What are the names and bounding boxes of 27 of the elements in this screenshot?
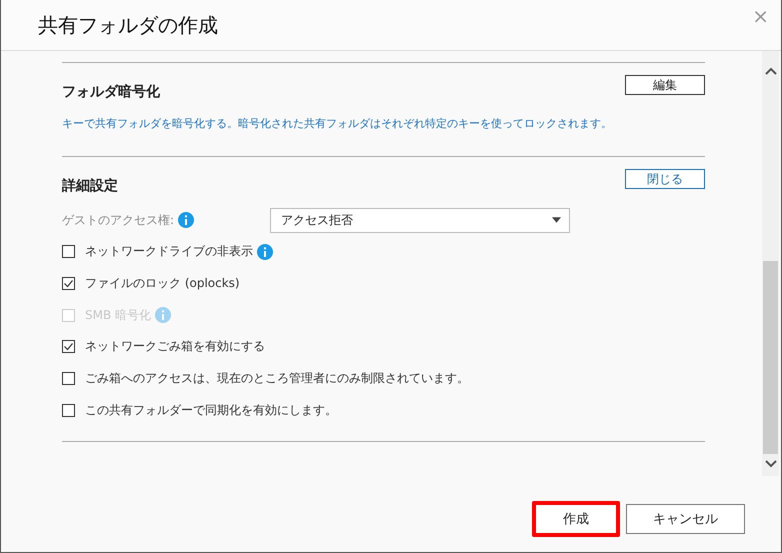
section-title: フォルダ暗号化 bbox=[62, 83, 160, 101]
checkbox[interactable] bbox=[62, 404, 75, 417]
window-title: 共有フォルダの作成 bbox=[38, 12, 218, 38]
section-title: 詳細設定 bbox=[62, 177, 118, 195]
scroll-up-icon[interactable] bbox=[764, 67, 776, 75]
checkbox[interactable] bbox=[62, 340, 75, 354]
caret-icon bbox=[552, 217, 562, 223]
close-section-button[interactable]: 閉じる bbox=[625, 169, 705, 189]
info-icon[interactable] bbox=[178, 212, 194, 228]
scrollbar-thumb[interactable] bbox=[763, 261, 778, 454]
checkbox[interactable] bbox=[62, 245, 75, 258]
cancel-button[interactable]: キャンセル bbox=[626, 504, 745, 534]
option-label: ファイルのロック (oplocks) bbox=[85, 275, 240, 292]
description-text: キーで共有フォルダを暗号化する。暗号化された共有フォルダはそれぞれ特定のキーを使ってロックされます。 bbox=[62, 116, 613, 131]
scrollbar[interactable] bbox=[762, 51, 779, 476]
option-label: ネットワークごみ箱を有効にする bbox=[85, 338, 265, 356]
option-label: この共有フォルダーで同期化を有効にします。 bbox=[85, 402, 337, 419]
option-label: ネットワークドライブの非表示 bbox=[85, 243, 253, 260]
option-label: ごみ箱へのアクセスは、現在のところ管理者にのみ制限されています。 bbox=[85, 370, 469, 388]
edit-button[interactable]: 編集 bbox=[625, 75, 705, 95]
checkbox[interactable] bbox=[62, 277, 75, 290]
scroll-down-icon[interactable] bbox=[764, 460, 776, 468]
guest-access-dropdown[interactable]: アクセス拒否 bbox=[270, 208, 570, 232]
create-button[interactable]: 作成 bbox=[532, 501, 620, 537]
checkbox[interactable] bbox=[62, 372, 75, 386]
guest-access-label: ゲストのアクセス権: bbox=[62, 212, 174, 228]
info-icon[interactable] bbox=[257, 244, 273, 260]
